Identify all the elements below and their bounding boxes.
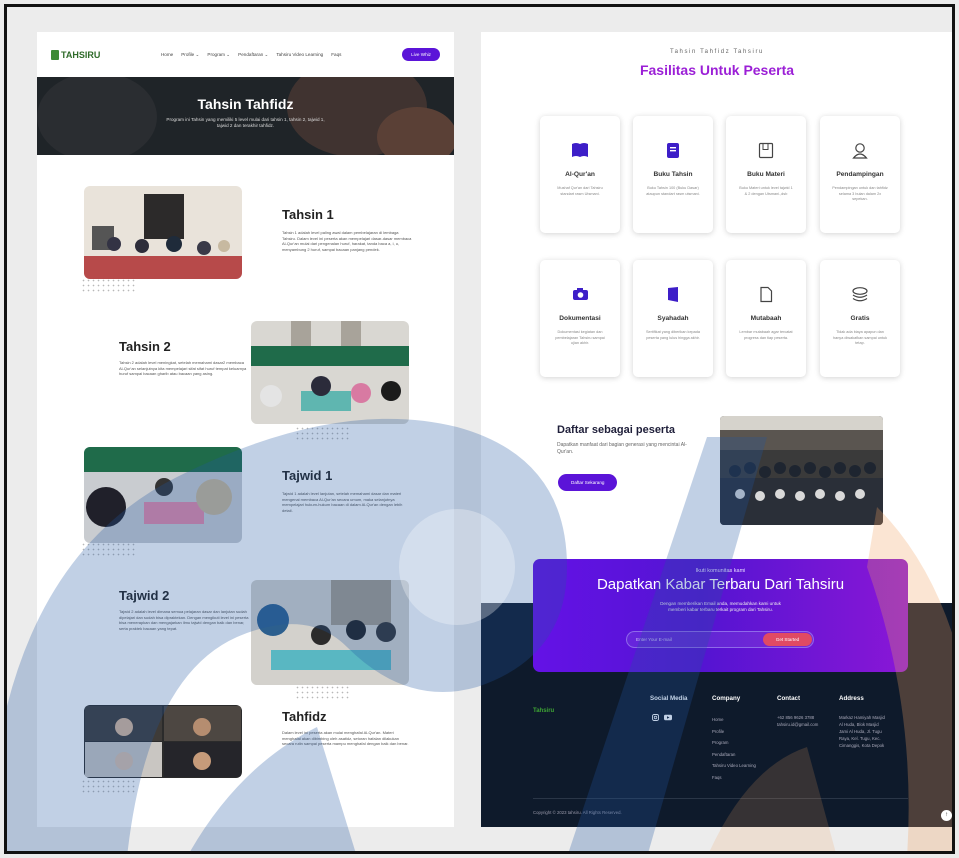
register-title: Daftar sebagai peserta	[557, 424, 675, 436]
menu-video-learning[interactable]: Tahsiru Video Learning	[276, 52, 323, 57]
facility-card-syahadah: Syahadah Sertifikat yang diberikan kepad…	[633, 260, 713, 377]
section-text: Tajwid 1 adalah level lanjutan, setelah …	[282, 491, 403, 513]
program-section-tahfidz: Tahfidz Dalam level ini peserta akan mul…	[37, 702, 454, 822]
logo-icon	[51, 49, 59, 60]
notebook-icon	[664, 141, 682, 159]
tajwid-1-photo	[84, 447, 242, 543]
menu-faqs[interactable]: Faqs	[331, 52, 341, 57]
certificate-icon	[664, 285, 682, 303]
camera-icon	[571, 285, 589, 303]
footer-company: Company Home Profile Program Pendaftaran…	[712, 695, 756, 784]
hero-title: Tahsin Tahfidz	[197, 96, 294, 112]
left-page: TAHSIRU Home Profile ⌄ Program ⌄ Pendaft…	[37, 32, 454, 827]
get-started-button[interactable]: Get Started	[763, 633, 812, 646]
facilities-title: Fasilitas Untuk Peserta	[639, 62, 795, 78]
hero-subtitle: Program ini Tahsin yang memiliki 5 level…	[166, 117, 325, 128]
menu-home[interactable]: Home	[161, 52, 173, 57]
newsletter-subtitle: Dengan memberikan Email anda, memudahkan…	[660, 601, 781, 613]
group-photo	[720, 416, 883, 525]
book-icon	[571, 141, 589, 159]
dot-pattern	[295, 685, 351, 699]
screenshot-frame: TAHSIRU Home Profile ⌄ Program ⌄ Pendaft…	[4, 4, 955, 854]
newsletter-panel: Ikuti komunitas kami Dapatkan Kabar Terb…	[533, 559, 908, 672]
nav-cta-button[interactable]: Live Whiz	[402, 48, 440, 61]
top-nav: TAHSIRU Home Profile ⌄ Program ⌄ Pendaft…	[37, 32, 454, 77]
program-section-tajwid-1: Tajwid 1 Tajwid 1 adalah level lanjutan,…	[37, 444, 454, 564]
dot-pattern	[295, 426, 351, 440]
section-text: Tajwid 2 adalah level dimana semua pelaj…	[119, 609, 249, 631]
main-menu: Home Profile ⌄ Program ⌄ Pendaftaran ⌄ T…	[161, 52, 342, 58]
dot-pattern	[81, 779, 137, 793]
footer-social: Social Media	[650, 695, 687, 721]
section-title: Tajwid 2	[119, 588, 170, 603]
footer-divider	[533, 798, 908, 799]
section-text: Dalam level ini peserta akan mulai mengh…	[282, 730, 409, 747]
program-section-tahsin-2: Tahsin 2 Tahsin 2 adalah level meningkat…	[37, 318, 454, 440]
program-section-tahsin-1: Tahsin 1 Tahsin 1 adalah level paling aw…	[37, 182, 454, 302]
facility-card-gratis: Gratis Tidak ada biaya apapun dan hanya …	[820, 260, 900, 377]
footer-link-home[interactable]: Home	[712, 714, 756, 726]
footer-logo[interactable]: Tahsiru	[533, 708, 554, 714]
facility-card-dokumentasi: Dokumentasi Dokumentasi kegiatan dan pem…	[540, 260, 620, 377]
section-title: Tahsin 1	[282, 207, 334, 222]
youtube-icon[interactable]	[664, 714, 672, 721]
facility-card-mutabaah: Mutabaah Lembar mutabaah agar tercatat p…	[726, 260, 806, 377]
section-title: Tahfidz	[282, 709, 327, 724]
facility-card-quran: Al-Qur'an Mushaf Qur'an dari Tahsiru sta…	[540, 116, 620, 233]
address-text: Markaz Hamiyah Masjid Al Huda, Blok Masj…	[839, 715, 885, 748]
newsletter-title: Dapatkan Kabar Terbaru Dari Tahsiru	[596, 576, 845, 593]
chevron-down-icon: ⌄	[195, 51, 200, 57]
contact-phone: +62 856 9626 3788	[777, 715, 815, 720]
coins-icon	[851, 285, 869, 303]
section-title: Tajwid 1	[282, 468, 333, 483]
file-icon	[757, 285, 775, 303]
site-logo[interactable]: TAHSIRU	[51, 49, 100, 60]
chevron-down-icon: ⌄	[226, 51, 231, 57]
contact-email[interactable]: tahsiru.id@gmail.com	[777, 721, 818, 728]
register-button[interactable]: Daftar Sekarang	[558, 474, 618, 491]
section-title: Tahsin 2	[119, 339, 171, 354]
footer-link-video-learning[interactable]: Tahsiru Video Learning	[712, 760, 756, 772]
program-section-tajwid-2: Tajwid 2 Tajwid 2 adalah level dimana se…	[37, 578, 454, 699]
footer-contact: Contact +62 856 9626 3788 tahsiru.id@gma…	[777, 695, 819, 728]
dot-pattern	[81, 542, 137, 556]
facilities-kicker: Tahsin Tahfidz Tahsiru	[669, 49, 764, 55]
instagram-icon[interactable]	[652, 714, 659, 721]
arrow-up-icon[interactable]: ↑	[941, 810, 952, 821]
section-text: Tahsin 2 adalah level meningkat, setelah…	[119, 360, 247, 377]
facility-card-buku-materi: Buku Materi Buku Materi untuk level tajw…	[726, 116, 806, 233]
dot-pattern	[81, 278, 137, 292]
menu-program[interactable]: Program ⌄	[207, 52, 230, 58]
tahfidz-photo	[84, 705, 242, 778]
footer-link-profile[interactable]: Profile	[712, 726, 756, 738]
chevron-down-icon: ⌄	[264, 51, 269, 57]
register-subtitle: Dapatkan manfaat dari bagian generasi ya…	[557, 442, 687, 455]
document-icon	[757, 141, 775, 159]
newsletter-kicker: Ikuti komunitas kami	[695, 568, 746, 574]
right-page: Tahsin Tahfidz Tahsiru Fasilitas Untuk P…	[481, 32, 952, 827]
footer-link-program[interactable]: Program	[712, 737, 756, 749]
tahsin-2-photo	[251, 321, 409, 424]
footer-address: Address Markaz Hamiyah Masjid Al Huda, B…	[839, 695, 887, 749]
tahsin-1-photo	[84, 186, 242, 279]
menu-pendaftaran[interactable]: Pendaftaran ⌄	[238, 52, 268, 58]
tajwid-2-photo	[251, 580, 409, 685]
facility-card-pendampingan: Pendampingan Pendampingan untuk dan tahf…	[820, 116, 900, 233]
facility-card-buku-tahsin: Buku Tahsin Buku Tahsin 100 (Buku Dasar)…	[633, 116, 713, 233]
footer-link-pendaftaran[interactable]: Pendaftaran	[712, 749, 756, 761]
user-icon	[851, 141, 869, 159]
section-text: Tahsin 1 adalah level paling awal dalam …	[282, 230, 412, 252]
hero-banner: Tahsin Tahfidz Program ini Tahsin yang m…	[37, 77, 454, 155]
footer-link-faqs[interactable]: Faqs	[712, 772, 756, 784]
copyright: Copyright © 2023 tahsiru. All Rights Res…	[533, 810, 622, 815]
menu-profile[interactable]: Profile ⌄	[181, 52, 199, 58]
